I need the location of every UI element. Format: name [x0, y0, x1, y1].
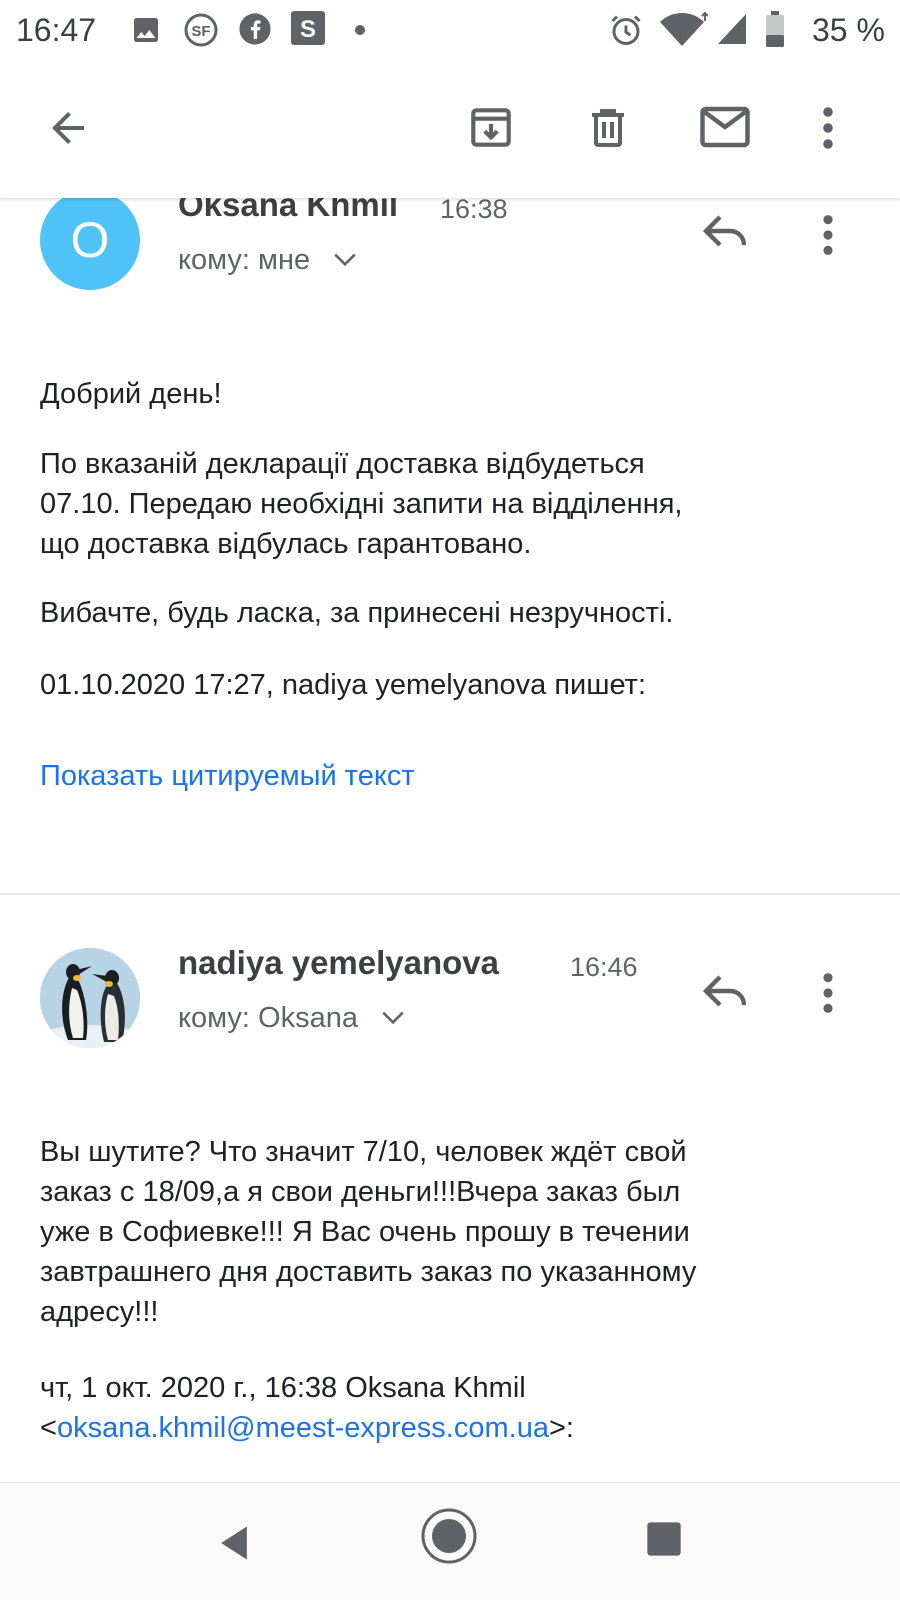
conversation-view: O Oksana Khmil 16:38 кому: мне Добрий де…: [0, 198, 900, 1480]
facebook-icon: [239, 13, 271, 45]
reply-icon[interactable]: [700, 970, 752, 1012]
quote-header: 01.10.2020 17:27, nadiya yemelyanova пиш…: [40, 665, 870, 705]
reply-icon[interactable]: [700, 210, 752, 252]
penguin-avatar-image: [40, 948, 140, 1048]
avatar[interactable]: [40, 948, 140, 1048]
archive-icon[interactable]: [466, 102, 516, 152]
mark-unread-icon[interactable]: [698, 102, 752, 152]
message-paragraph: По вказаній декларації доставка відбудет…: [40, 444, 870, 564]
message-more-icon[interactable]: [810, 212, 846, 258]
recipient-toggle[interactable]: кому: мне: [178, 244, 356, 277]
sender-name: nadiya yemelyanova: [178, 944, 500, 981]
sender-name: Oksana Khmil: [178, 198, 399, 223]
greeting-text: Добрий день!: [40, 378, 222, 410]
alarm-icon: [611, 15, 641, 45]
avatar-letter: O: [70, 212, 110, 268]
message-more-icon[interactable]: [810, 970, 846, 1016]
s-app-icon: S: [291, 11, 325, 45]
message-paragraph: Вибачте, будь ласка, за принесені незруч…: [40, 593, 870, 633]
avatar[interactable]: O: [40, 198, 140, 290]
chevron-down-icon: [382, 1011, 404, 1025]
sf-app-icon: SF: [184, 13, 218, 47]
battery-icon: [766, 11, 784, 47]
quote-attribution: чт, 1 окт. 2020 г., 16:38 Oksana Khmil <…: [40, 1368, 870, 1448]
body-line: заказ с 18/09,а я свои деньги!!!Вчера за…: [40, 1176, 681, 1208]
image-icon: [134, 18, 158, 42]
email-link[interactable]: oksana.khmil@meest-express.com.ua: [57, 1412, 549, 1444]
show-quoted-text-link[interactable]: Показать цитируемый текст: [40, 760, 415, 793]
recipient-label: кому: мне: [178, 244, 311, 276]
delete-icon[interactable]: [584, 102, 632, 152]
wifi-icon: [660, 12, 708, 46]
message-body: Вы шутите? Что значит 7/10, человек ждёт…: [40, 1132, 870, 1332]
system-navigation-bar: [0, 1482, 900, 1600]
apology-text: Вибачте, будь ласка, за принесені незруч…: [40, 597, 674, 629]
signal-icon: [718, 14, 746, 44]
status-time: 16:47: [16, 12, 97, 48]
body-line: завтрашнего дня доставить заказ по указа…: [40, 1256, 697, 1288]
back-arrow-icon[interactable]: [44, 104, 92, 152]
message-body: Добрий день!: [40, 374, 870, 414]
quote-bracket: >:: [548, 1412, 574, 1444]
nav-home-icon[interactable]: [420, 1507, 478, 1565]
body-line: адресу!!!: [40, 1296, 159, 1328]
message-time: 16:46: [570, 952, 638, 982]
paragraph-line: що доставка відбулась гарантовано.: [40, 528, 532, 560]
recipient-label: кому: Oksana: [178, 1002, 358, 1034]
nav-back-icon[interactable]: [212, 1521, 256, 1565]
body-line: уже в Софиевке!!! Я Вас очень прошу в те…: [40, 1216, 690, 1248]
nav-recents-icon[interactable]: [644, 1519, 684, 1559]
svg-text:S: S: [300, 16, 316, 43]
quote-bracket: <: [40, 1412, 57, 1444]
body-line: Вы шутите? Что значит 7/10, человек ждёт…: [40, 1136, 687, 1168]
quote-header-text: 01.10.2020 17:27, nadiya yemelyanova пиш…: [40, 669, 646, 701]
status-bar: 16:47 SF S 35 %: [0, 0, 900, 64]
svg-text:SF: SF: [191, 23, 210, 40]
dot-icon: [355, 25, 365, 35]
recipient-toggle[interactable]: кому: Oksana: [178, 1002, 404, 1035]
message-divider: [0, 893, 900, 895]
paragraph-line: 07.10. Передаю необхідні запити на відді…: [40, 488, 683, 520]
quote-line: чт, 1 окт. 2020 г., 16:38 Oksana Khmil: [40, 1372, 526, 1404]
more-vert-icon[interactable]: [810, 104, 846, 152]
quote-line: <oksana.khmil@meest-express.com.ua>:: [40, 1408, 870, 1448]
message-time: 16:38: [440, 198, 508, 224]
chevron-down-icon: [334, 253, 356, 267]
email-toolbar: [0, 64, 900, 198]
paragraph-line: По вказаній декларації доставка відбудет…: [40, 448, 645, 480]
battery-level: 35 %: [812, 12, 885, 48]
